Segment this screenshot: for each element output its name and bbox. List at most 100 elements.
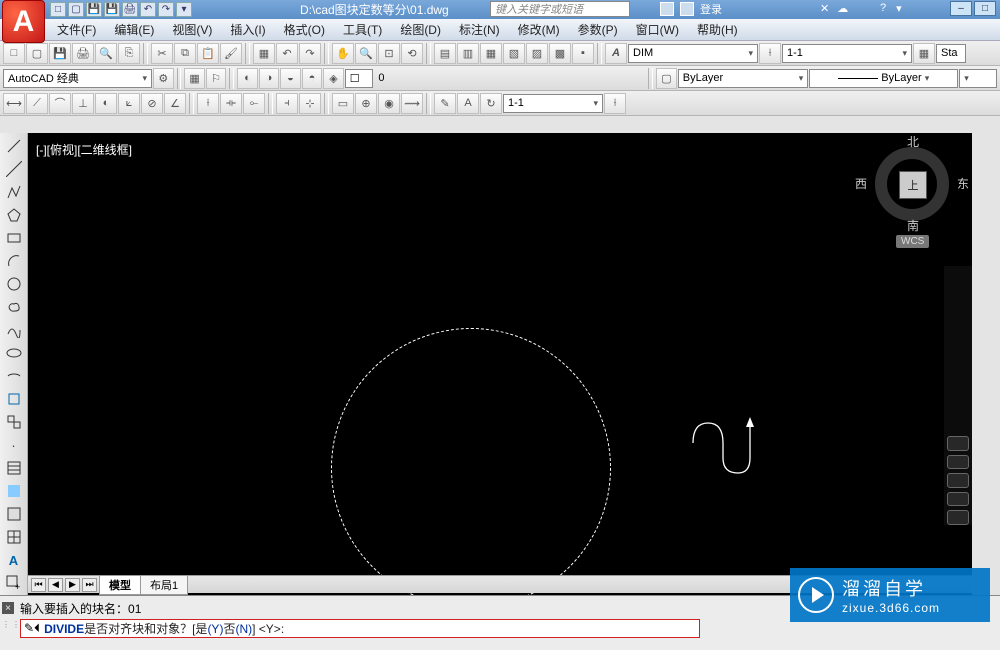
qat-undo-icon[interactable]: ↶ <box>140 2 156 17</box>
dim-quick-icon[interactable]: ⟊ <box>197 93 219 114</box>
pan-nav-icon[interactable] <box>947 455 969 470</box>
x-icon[interactable]: ✕ <box>820 2 829 15</box>
ellipsearc-icon[interactable] <box>2 365 26 386</box>
undo-icon[interactable]: ↶ <box>276 43 298 64</box>
calc-icon[interactable]: ▪ <box>572 43 594 64</box>
dim-break-icon[interactable]: ⊹ <box>299 93 321 114</box>
layer-color[interactable]: ☐ <box>345 69 374 88</box>
qat-print-icon[interactable]: 🖨 <box>122 2 138 17</box>
zoom-prev-icon[interactable]: ⟲ <box>401 43 423 64</box>
cmd-grip-icon[interactable]: ⋮⋮ <box>2 620 22 629</box>
block-icon[interactable]: ▦ <box>253 43 275 64</box>
dim-space-icon[interactable]: ⫞ <box>276 93 298 114</box>
gradient-icon[interactable] <box>2 481 26 502</box>
dim-jog-icon[interactable]: ⟀ <box>118 93 140 114</box>
menu-insert[interactable]: 插入(I) <box>221 21 274 38</box>
dim-arc-icon[interactable]: ⌒ <box>49 93 71 114</box>
addsel-icon[interactable]: + <box>2 573 26 594</box>
menu-edit[interactable]: 编辑(E) <box>105 21 163 38</box>
spline-icon[interactable] <box>2 319 26 340</box>
copy-icon[interactable]: ⧉ <box>174 43 196 64</box>
tp-icon[interactable]: ▦ <box>480 43 502 64</box>
tab-model[interactable]: 模型 <box>99 575 141 595</box>
circle-icon[interactable] <box>2 273 26 294</box>
drawing-canvas[interactable]: [-][俯视][二维线框] 上 北 南 西 东 WCS ⏮ ◀ ▶ ⏭ 模型 布… <box>28 133 972 595</box>
qat-saveas-icon[interactable]: 💾 <box>104 2 120 17</box>
help-icon[interactable]: ? <box>880 2 886 15</box>
hatch-icon[interactable] <box>2 458 26 479</box>
qat-open-icon[interactable]: ▢ <box>68 2 84 17</box>
minimize-button[interactable]: – <box>950 1 972 16</box>
showmotion-icon[interactable] <box>947 510 969 525</box>
dimstyle-icon[interactable]: ⟊ <box>759 43 781 64</box>
dim-aligned-icon[interactable]: ⟋ <box>26 93 48 114</box>
match-icon[interactable]: 🖌 <box>220 43 242 64</box>
tab-last-icon[interactable]: ⏭ <box>82 578 97 592</box>
linetype-combo[interactable]: ByLayer ▾ <box>809 69 958 88</box>
wcs-label[interactable]: WCS <box>896 235 929 248</box>
polygon-icon[interactable] <box>2 204 26 225</box>
paste-icon[interactable]: 📋 <box>197 43 219 64</box>
qat-new-icon[interactable]: □ <box>50 2 66 17</box>
dim-ang-icon[interactable]: ∠ <box>164 93 186 114</box>
menu-window[interactable]: 窗口(W) <box>627 21 688 38</box>
dim-base-icon[interactable]: ⟛ <box>220 93 242 114</box>
tab-layout1[interactable]: 布局1 <box>140 575 188 595</box>
tab-first-icon[interactable]: ⏮ <box>31 578 46 592</box>
insert-icon[interactable] <box>2 389 26 410</box>
workspace-combo[interactable]: AutoCAD 经典▾ <box>3 69 152 88</box>
layer-state-icon[interactable]: ⚐ <box>206 68 227 89</box>
pan-icon[interactable]: ✋ <box>332 43 354 64</box>
viewcube[interactable]: 上 北 南 西 东 WCS <box>867 139 957 229</box>
menu-param[interactable]: 参数(P) <box>569 21 627 38</box>
menu-view[interactable]: 视图(V) <box>163 21 221 38</box>
region-icon[interactable] <box>2 504 26 525</box>
layer-prop-icon[interactable]: ▦ <box>184 68 205 89</box>
help-arrow-icon[interactable]: ▾ <box>896 2 902 15</box>
textstyle-icon[interactable]: A <box>605 43 627 64</box>
dim-radius-icon[interactable]: ◐ <box>95 93 117 114</box>
help-area[interactable]: ? ▾ <box>880 2 902 15</box>
dimstyle-combo[interactable]: 1-1▾ <box>782 44 912 63</box>
dc-icon[interactable]: ▥ <box>457 43 479 64</box>
table-icon[interactable]: ▦ <box>913 43 935 64</box>
menu-help[interactable]: 帮助(H) <box>688 21 747 38</box>
qat-more-icon[interactable]: ▾ <box>176 2 192 17</box>
search-input[interactable]: 键入关键字或短语 <box>490 1 630 17</box>
cmd-input-highlight[interactable]: ✎⏴ DIVIDE 是否对齐块和对象？[ 是(Y) 否(N) ] <Y>: <box>20 619 700 638</box>
dim-joglin-icon[interactable]: ⟿ <box>401 93 423 114</box>
pline-icon[interactable] <box>2 181 26 202</box>
table-icon[interactable] <box>2 527 26 548</box>
layer-tool1-icon[interactable]: ◐ <box>237 68 258 89</box>
tab-prev-icon[interactable]: ◀ <box>48 578 63 592</box>
dim-cm-icon[interactable]: ⊕ <box>355 93 377 114</box>
props-icon[interactable]: ▤ <box>434 43 456 64</box>
save-icon[interactable]: 💾 <box>49 43 71 64</box>
mtext-icon[interactable]: A <box>2 550 26 571</box>
dim-ord-icon[interactable]: ⊥ <box>72 93 94 114</box>
menu-tools[interactable]: 工具(T) <box>334 21 391 38</box>
color-combo[interactable]: ByLayer▾ <box>678 69 808 88</box>
menu-draw[interactable]: 绘图(D) <box>391 21 450 38</box>
login-area[interactable]: 登录 <box>660 1 722 17</box>
point-icon[interactable]: · <box>2 435 26 456</box>
rect-icon[interactable] <box>2 227 26 248</box>
menu-file[interactable]: 文件(F) <box>48 21 105 38</box>
xline-icon[interactable] <box>2 158 26 179</box>
cut-icon[interactable]: ✂ <box>151 43 173 64</box>
dim-cont-icon[interactable]: ⟜ <box>243 93 265 114</box>
zoom-win-icon[interactable]: ⊡ <box>378 43 400 64</box>
textstyle-combo[interactable]: DIM▾ <box>628 44 758 63</box>
app-menu-button[interactable]: A <box>2 0 45 43</box>
dim-tedit-icon[interactable]: A <box>457 93 479 114</box>
cmd-close-icon[interactable]: × <box>2 602 14 614</box>
dim-style-btn[interactable]: ⟊ <box>604 93 626 114</box>
revcloud-icon[interactable] <box>2 296 26 317</box>
preview-icon[interactable]: 🔍 <box>95 43 117 64</box>
props-bycolor-icon[interactable]: ▢ <box>656 68 677 89</box>
cloud-icon[interactable]: ☁ <box>837 2 848 15</box>
exchange-icons[interactable]: ✕ ☁ <box>820 2 848 15</box>
new-icon[interactable]: □ <box>3 43 25 64</box>
menu-format[interactable]: 格式(O) <box>275 21 334 38</box>
dim-edit-icon[interactable]: ✎ <box>434 93 456 114</box>
